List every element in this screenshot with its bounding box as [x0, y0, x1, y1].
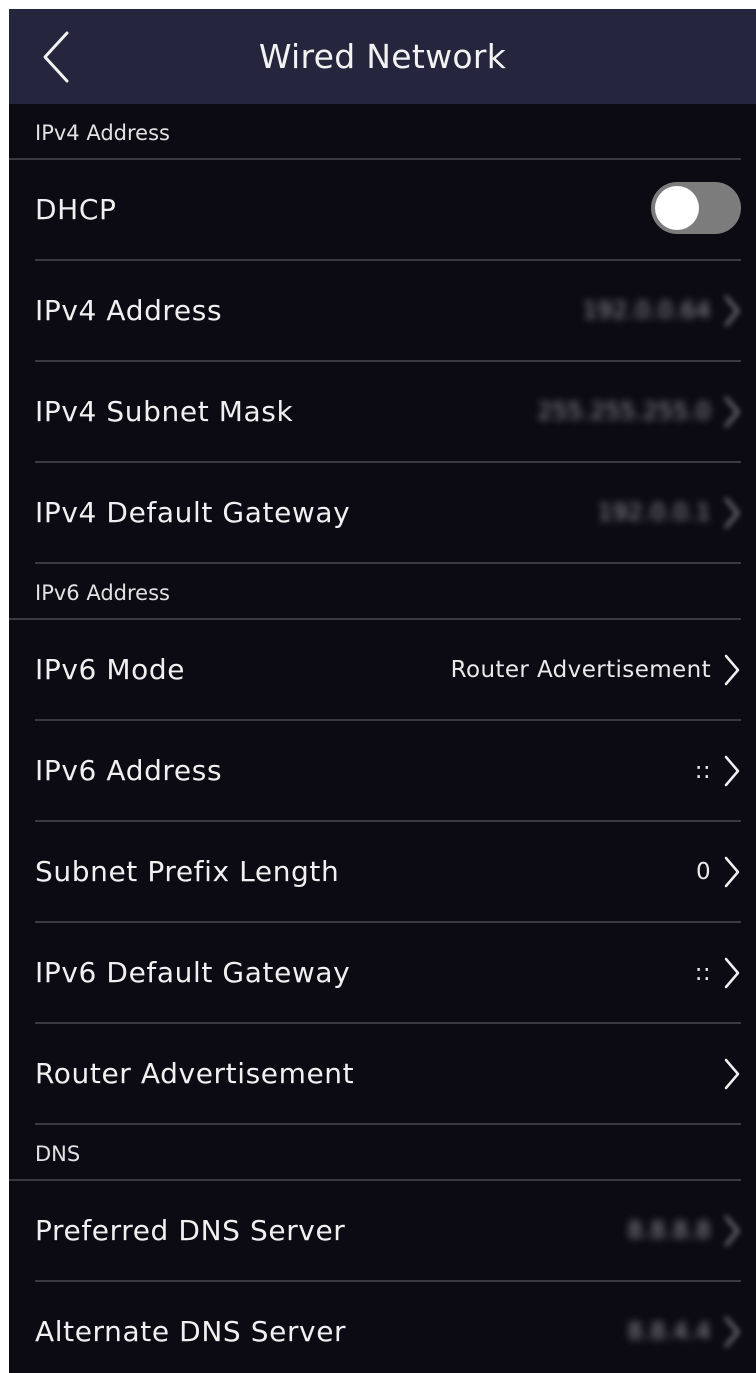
ipv4-subnet-mask-value: 255.255.255.0	[537, 398, 711, 425]
settings-list: IPv4 Address DHCP IPv4 Address 192.0.0.6…	[9, 104, 756, 1373]
dhcp-label: DHCP	[35, 193, 117, 226]
header-bar: Wired Network	[9, 9, 756, 104]
section-header-ipv6: IPv6 Address	[9, 564, 741, 620]
alternate-dns-value: 8.8.4.4	[627, 1318, 711, 1345]
ipv6-default-gateway-label: IPv6 Default Gateway	[35, 956, 351, 989]
wired-network-screen: Wired Network IPv4 Address DHCP IPv4 Add…	[9, 9, 756, 1373]
router-advertisement-row[interactable]: Router Advertisement	[35, 1024, 741, 1125]
ipv4-subnet-mask-row[interactable]: IPv4 Subnet Mask 255.255.255.0	[35, 362, 741, 463]
subnet-prefix-length-label: Subnet Prefix Length	[35, 855, 340, 888]
router-advertisement-label: Router Advertisement	[35, 1057, 355, 1090]
section-header-ipv4: IPv4 Address	[9, 104, 741, 160]
section-header-dns: DNS	[9, 1125, 741, 1181]
ipv6-mode-value: Router Advertisement	[450, 656, 711, 683]
dhcp-toggle[interactable]	[651, 182, 741, 234]
chevron-right-icon	[724, 396, 740, 427]
page-title: Wired Network	[258, 37, 507, 76]
preferred-dns-row[interactable]: Preferred DNS Server 8.8.8.8	[35, 1181, 741, 1282]
ipv6-default-gateway-value: ::	[694, 959, 711, 986]
chevron-right-icon	[724, 755, 740, 786]
chevron-right-icon	[724, 1058, 740, 1089]
chevron-right-icon	[724, 1215, 740, 1246]
ipv4-address-row[interactable]: IPv4 Address 192.0.0.64	[35, 261, 741, 362]
chevron-right-icon	[724, 654, 740, 685]
back-button[interactable]	[35, 27, 85, 87]
ipv6-address-value: ::	[694, 757, 711, 784]
chevron-left-icon	[43, 31, 69, 83]
ipv6-address-row[interactable]: IPv6 Address ::	[35, 721, 741, 822]
ipv4-address-value: 192.0.0.64	[582, 297, 711, 324]
ipv6-mode-label: IPv6 Mode	[35, 653, 186, 686]
chevron-right-icon	[724, 295, 740, 326]
ipv6-default-gateway-row[interactable]: IPv6 Default Gateway ::	[35, 923, 741, 1024]
subnet-prefix-length-value: 0	[695, 858, 711, 885]
chevron-right-icon	[724, 856, 740, 887]
ipv4-default-gateway-row[interactable]: IPv4 Default Gateway 192.0.0.1	[35, 463, 741, 564]
chevron-right-icon	[724, 497, 740, 528]
ipv4-subnet-mask-label: IPv4 Subnet Mask	[35, 395, 294, 428]
ipv6-address-label: IPv6 Address	[35, 754, 223, 787]
ipv4-default-gateway-value: 192.0.0.1	[597, 499, 711, 526]
chevron-right-icon	[724, 1316, 740, 1347]
preferred-dns-value: 8.8.8.8	[627, 1217, 711, 1244]
toggle-knob	[655, 186, 699, 230]
alternate-dns-row[interactable]: Alternate DNS Server 8.8.4.4	[35, 1282, 741, 1373]
ipv4-default-gateway-label: IPv4 Default Gateway	[35, 496, 351, 529]
ipv4-address-label: IPv4 Address	[35, 294, 223, 327]
preferred-dns-label: Preferred DNS Server	[35, 1214, 346, 1247]
dhcp-row: DHCP	[35, 160, 741, 261]
ipv6-mode-row[interactable]: IPv6 Mode Router Advertisement	[35, 620, 741, 721]
alternate-dns-label: Alternate DNS Server	[35, 1315, 347, 1348]
subnet-prefix-length-row[interactable]: Subnet Prefix Length 0	[35, 822, 741, 923]
chevron-right-icon	[724, 957, 740, 988]
